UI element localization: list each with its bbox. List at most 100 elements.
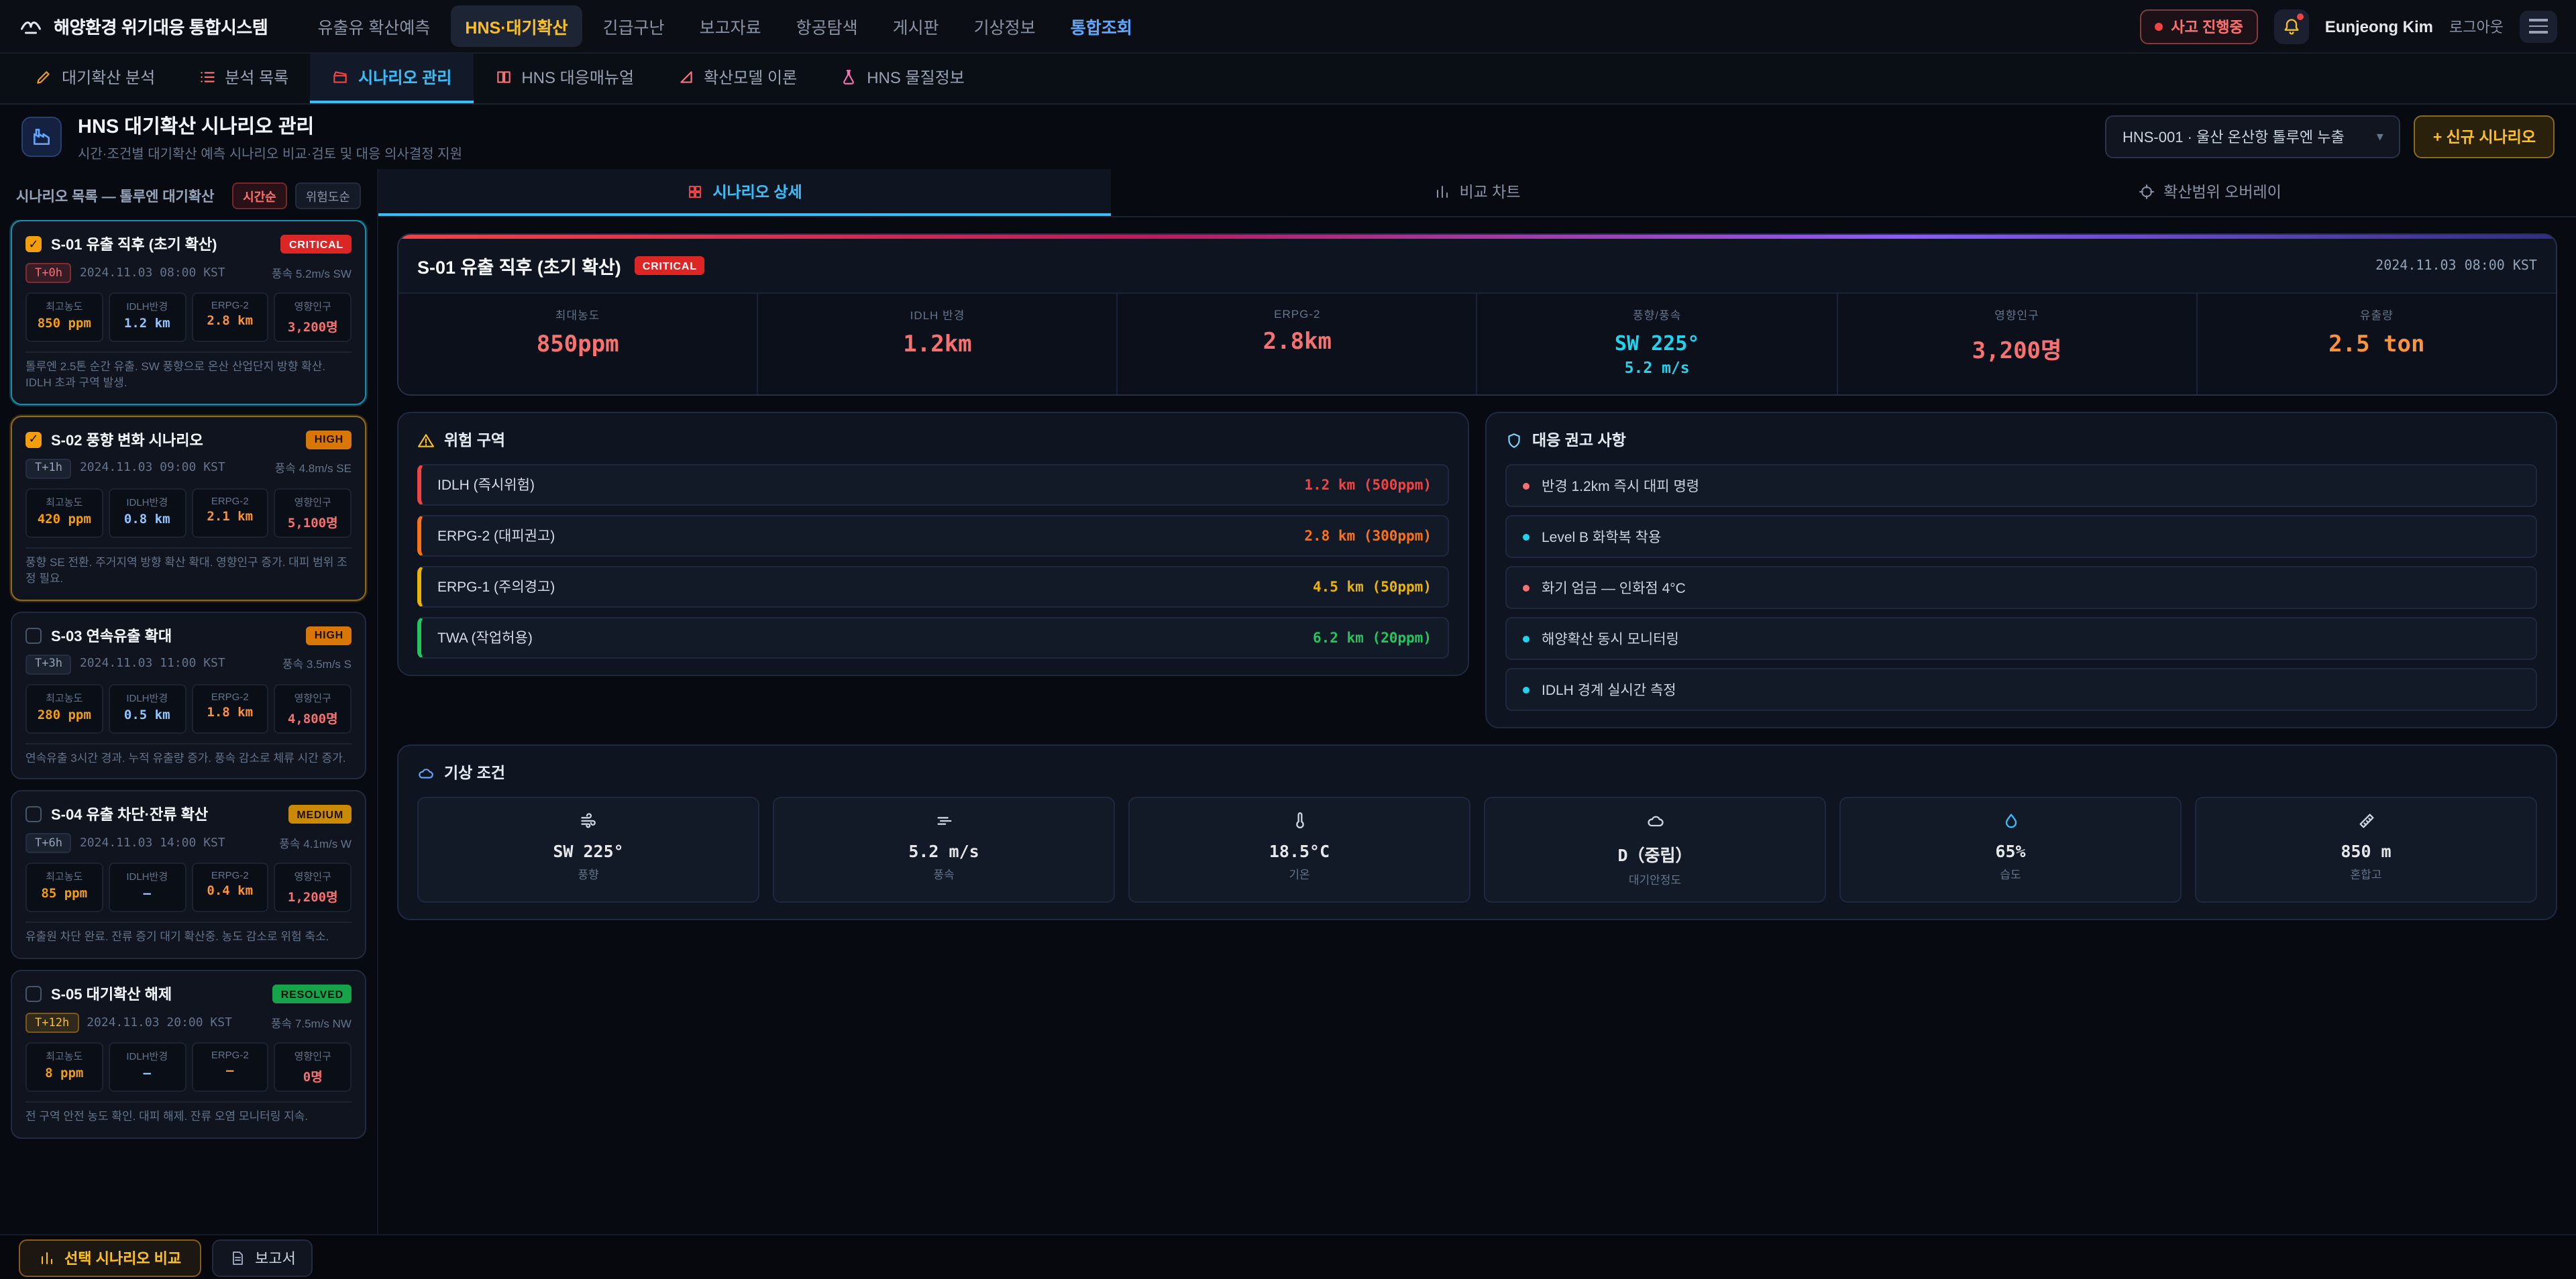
scenario-checkbox[interactable] [25, 236, 42, 252]
bullet-dot-icon [1523, 482, 1529, 489]
user-name[interactable]: Eunjeong Kim [2325, 17, 2433, 36]
recommendation-item: 반경 1.2km 즉시 대피 명령 [1505, 464, 2537, 507]
detail-metric-erpg2: ERPG-2 2.8km [1118, 294, 1477, 394]
document-icon [229, 1249, 246, 1266]
nav-item-board[interactable]: 게시판 [878, 5, 954, 47]
nav-item-oil-spill[interactable]: 유출유 확산예측 [303, 5, 445, 47]
tab-hns-manual[interactable]: HNS 대응매뉴얼 [473, 54, 655, 103]
crosshair-icon [2138, 183, 2154, 199]
sort-by-time-chip[interactable]: 시간순 [232, 182, 287, 209]
weather-stability: D（중립） 대기안정도 [1484, 797, 1826, 903]
recommendation-item: 화기 엄금 — 인화점 4°C [1505, 566, 2537, 609]
bell-icon [2282, 17, 2301, 36]
shield-icon [1505, 431, 1523, 449]
tab-model-theory[interactable]: 확산모델 이론 [655, 54, 818, 103]
weather-panel: 기상 조건 SW 225° 풍향 5.2 m/s 풍속 [397, 744, 2557, 920]
tab-hns-substance-info[interactable]: HNS 물질정보 [818, 54, 986, 103]
detail-metric-wind: 풍향/풍속 SW 225° 5.2 m/s [1478, 294, 1836, 394]
notifications-button[interactable] [2274, 9, 2309, 44]
tab-analysis-list[interactable]: 분석 목록 [176, 54, 310, 103]
scenario-card-s03[interactable]: S-03 연속유출 확대 HIGH T+3h 2024.11.03 11:00 … [11, 611, 366, 780]
metric-idlh: IDLH반경— [109, 863, 186, 913]
weather-temperature: 18.5°C 기온 [1128, 797, 1470, 903]
nav-item-reports[interactable]: 보고자료 [685, 5, 776, 47]
scenario-card-s02[interactable]: S-02 풍향 변화 시나리오 HIGH T+1h 2024.11.03 09:… [11, 416, 366, 601]
weather-mixing-height: 850 m 혼합고 [2195, 797, 2537, 903]
danger-zones-panel: 위험 구역 IDLH (즉시위험) 1.2 km (500ppm) ERPG-2… [397, 412, 1469, 676]
logout-link[interactable]: 로그아웃 [2449, 15, 2504, 37]
content: 시나리오 목록 — 톨루엔 대기확산 시간순 위험도순 S-01 유출 직후 (… [0, 169, 2576, 1234]
sidebar-title: 시나리오 목록 — 톨루엔 대기확산 [16, 186, 224, 206]
scenario-title: S-03 연속유출 확대 [51, 624, 297, 646]
wind-label: 풍속 7.5m/s NW [271, 1015, 352, 1032]
scenario-card-list: S-01 유출 직후 (초기 확산) CRITICAL T+0h 2024.11… [0, 220, 377, 1139]
page-title: HNS 대기확산 시나리오 관리 [78, 111, 462, 140]
compare-scenarios-button[interactable]: 선택 시나리오 비교 [19, 1239, 201, 1276]
scenario-card-s04[interactable]: S-04 유출 차단·잔류 확산 MEDIUM T+6h 2024.11.03 … [11, 791, 366, 960]
weather-grid: SW 225° 풍향 5.2 m/s 풍속 18.5°C 기온 [417, 797, 2537, 903]
wind-label: 풍속 3.5m/s S [282, 656, 352, 672]
metric-erpg2: ERPG-22.8 km [191, 292, 269, 342]
metric-concentration: 최고농도280 ppm [25, 683, 103, 733]
detail-metric-idlh-radius: IDLH 반경 1.2km [758, 294, 1116, 394]
top-nav: 해양환경 위기대응 통합시스템 유출유 확산예측 HNS·대기확산 긴급구난 보… [0, 0, 2576, 54]
sort-by-risk-chip[interactable]: 위험도순 [295, 182, 361, 209]
scenario-checkbox[interactable] [25, 807, 42, 823]
page-title-group: HNS 대기확산 시나리오 관리 시간·조건별 대기확산 예측 시나리오 비교·… [78, 111, 462, 162]
scenario-checkbox[interactable] [25, 627, 42, 643]
nav-item-integrated-search[interactable]: 통합조회 [1056, 5, 1147, 47]
tab-diffusion-analysis[interactable]: 대기확산 분석 [13, 54, 176, 103]
scenario-description: 전 구역 안전 농도 확인. 대피 해제. 잔류 오염 모니터링 지속. [25, 1102, 352, 1126]
new-scenario-button[interactable]: + 신규 시나리오 [2414, 115, 2555, 158]
incident-select[interactable]: HNS-001 · 울산 온산항 톨루엔 누출 ▾ [2105, 115, 2401, 158]
menu-button[interactable] [2520, 10, 2557, 42]
time-offset-chip: T+12h [25, 1013, 78, 1034]
scenario-title: S-02 풍향 변화 시나리오 [51, 429, 297, 451]
notification-dot [2297, 13, 2304, 19]
bullet-dot-icon [1523, 686, 1529, 693]
danger-zones-title-row: 위험 구역 [417, 429, 1449, 451]
tab-scenario-detail[interactable]: 시나리오 상세 [378, 169, 1111, 216]
incident-dot-icon [2155, 22, 2163, 30]
severity-badge: HIGH [307, 431, 352, 449]
weather-title-row: 기상 조건 [417, 762, 2537, 783]
nav-item-rescue[interactable]: 긴급구난 [588, 5, 680, 47]
nav-item-hns-diffusion[interactable]: HNS·대기확산 [450, 5, 582, 47]
severity-badge: CRITICAL [281, 235, 352, 254]
scenario-checkbox[interactable] [25, 432, 42, 448]
danger-zone-idlh: IDLH (즉시위험) 1.2 km (500ppm) [417, 464, 1449, 506]
nav-item-aerial-search[interactable]: 항공탐색 [782, 5, 873, 47]
report-button[interactable]: 보고서 [212, 1239, 313, 1276]
scenario-metrics: 최고농도8 ppm IDLH반경— ERPG-2— 영향인구0명 [25, 1043, 352, 1093]
tab-scenario-management[interactable]: 시나리오 관리 [310, 54, 473, 103]
scenario-card-s01[interactable]: S-01 유출 직후 (초기 확산) CRITICAL T+0h 2024.11… [11, 220, 366, 405]
detail-title: S-01 유출 직후 (초기 확산) [417, 252, 621, 279]
tab-range-overlay[interactable]: 확산범위 오버레이 [1843, 169, 2576, 216]
wind-speed-icon [934, 812, 953, 830]
scenario-checkbox[interactable] [25, 987, 42, 1003]
wind-label: 풍속 5.2m/s SW [272, 265, 352, 281]
weather-wind-speed: 5.2 m/s 풍속 [773, 797, 1115, 903]
scenario-title: S-04 유출 차단·잔류 확산 [51, 804, 279, 826]
scenario-timestamp: 2024.11.03 11:00 KST [80, 657, 225, 671]
danger-zone-rows: IDLH (즉시위험) 1.2 km (500ppm) ERPG-2 (대피권고… [417, 464, 1449, 659]
tab-compare-chart[interactable]: 비교 차트 [1111, 169, 1843, 216]
detail-body: S-01 유출 직후 (초기 확산) CRITICAL 2024.11.03 0… [378, 217, 2576, 936]
bullet-dot-icon [1523, 635, 1529, 642]
incident-badge-label: 사고 진행중 [2171, 15, 2243, 37]
nav-item-weather[interactable]: 기상정보 [959, 5, 1051, 47]
scenario-metrics: 최고농도280 ppm IDLH반경0.5 km ERPG-21.8 km 영향… [25, 683, 352, 733]
brand-name: 해양환경 위기대응 통합시스템 [54, 13, 268, 39]
book-icon [494, 68, 512, 86]
scenario-description: 유출원 차단 완료. 잔류 증기 대기 확산중. 농도 감소로 위험 축소. [25, 922, 352, 946]
scenario-card-s05[interactable]: S-05 대기확산 해제 RESOLVED T+12h 2024.11.03 2… [11, 970, 366, 1139]
footer-action-bar: 선택 시나리오 비교 보고서 [0, 1234, 2576, 1279]
scenario-timestamp: 2024.11.03 08:00 KST [80, 266, 225, 280]
recommendation-rows: 반경 1.2km 즉시 대피 명령 Level B 화학복 착용 화기 엄금 —… [1505, 464, 2537, 711]
bullet-dot-icon [1523, 533, 1529, 540]
recommendations-panel: 대응 권고 사항 반경 1.2km 즉시 대피 명령 Level B 화학복 착… [1485, 412, 2557, 728]
metric-erpg2: ERPG-2— [191, 1043, 269, 1093]
scenario-title: S-05 대기확산 해제 [51, 984, 264, 1005]
metric-concentration: 최고농도420 ppm [25, 488, 103, 538]
metric-idlh: IDLH반경0.5 km [109, 683, 186, 733]
